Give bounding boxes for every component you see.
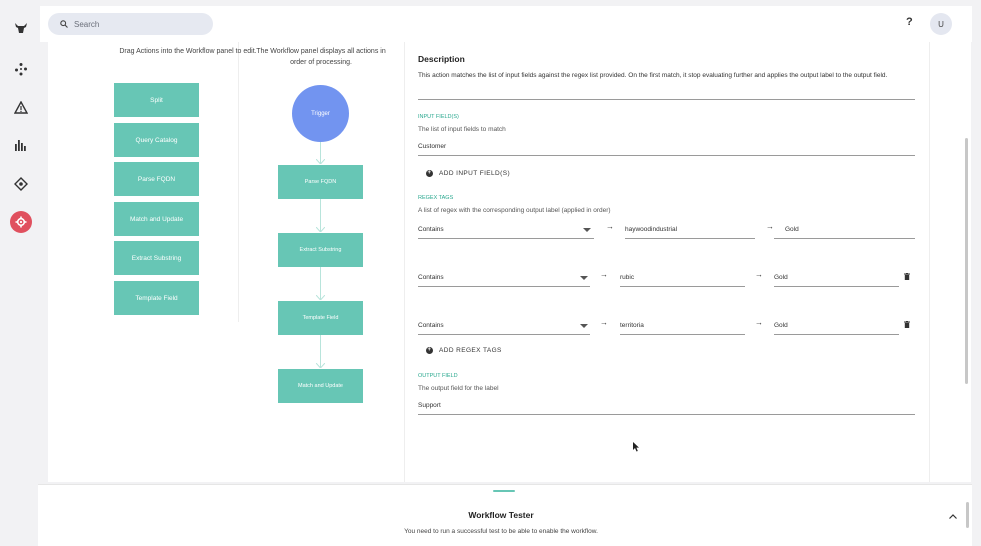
action-extract-substring[interactable]: Extract Substring — [114, 241, 199, 275]
input-field-underline — [418, 155, 915, 156]
workflow-node-template-field[interactable]: Template Field — [278, 301, 363, 335]
connector-arrow-icon — [316, 295, 325, 300]
workflow-node-match-and-update[interactable]: Match and Update — [278, 369, 363, 403]
input-field-value[interactable]: Customer — [418, 143, 446, 150]
description-underline — [418, 99, 915, 100]
pattern-underline — [620, 286, 745, 287]
search-icon — [60, 20, 68, 28]
regex-operator-select[interactable]: Contains — [418, 274, 444, 281]
output-underline — [774, 286, 899, 287]
column-divider — [238, 42, 239, 322]
output-underline — [774, 238, 915, 239]
settings-gear-icon[interactable] — [10, 211, 32, 233]
arrow-right-icon: → — [755, 318, 763, 327]
tester-scrollbar[interactable] — [966, 502, 969, 528]
workflow-node-parse-fqdn[interactable]: Parse FQDN — [278, 165, 363, 199]
action-query-catalog[interactable]: Query Catalog — [114, 123, 199, 157]
integration-icon[interactable] — [10, 173, 32, 195]
connector-arrow-icon — [316, 227, 325, 232]
bar-chart-icon[interactable] — [10, 134, 32, 156]
help-button[interactable]: ? — [906, 16, 913, 28]
add-input-field-button[interactable]: + ADD INPUT FIELD(S) — [426, 170, 510, 177]
search-box[interactable] — [48, 13, 213, 35]
regex-output-input[interactable]: Gold — [774, 274, 788, 281]
arrow-right-icon: → — [755, 270, 763, 279]
tester-message: You need to run a successful test to be … — [404, 528, 598, 535]
add-circle-icon: + — [426, 347, 433, 354]
select-underline — [418, 286, 590, 287]
trash-icon[interactable] — [904, 321, 910, 328]
arrow-right-icon: → — [600, 318, 608, 327]
workflow-panel-title: The Workflow panel displays all actions … — [256, 48, 386, 66]
search-input[interactable] — [74, 19, 204, 29]
user-avatar[interactable]: U — [930, 13, 952, 35]
regex-operator-select[interactable]: Contains — [418, 226, 444, 233]
connector-arrow-icon — [316, 363, 325, 368]
bull-logo-icon[interactable] — [10, 17, 32, 39]
connector-arrow-icon — [316, 159, 325, 164]
regex-operator-select[interactable]: Contains — [418, 322, 444, 329]
output-field-value[interactable]: Support — [418, 402, 441, 409]
input-fields-label: INPUT FIELD(S) — [418, 114, 459, 120]
regex-tags-label: REGEX TAGS — [418, 195, 454, 201]
pattern-underline — [625, 238, 755, 239]
arrow-right-icon: → — [766, 222, 774, 231]
editor-scrollbar[interactable] — [965, 138, 968, 384]
regex-tags-helper: A list of regex with the corresponding o… — [418, 207, 611, 214]
trash-icon[interactable] — [904, 273, 910, 280]
add-regex-tags-label: ADD REGEX TAGS — [439, 347, 502, 354]
action-parse-fqdn[interactable]: Parse FQDN — [114, 162, 199, 196]
add-circle-icon: + — [426, 170, 433, 177]
output-underline — [774, 334, 899, 335]
output-field-underline — [418, 414, 915, 415]
chevron-down-icon[interactable] — [580, 324, 588, 328]
workflow-editor: Drag Actions into the Workflow panel to … — [48, 42, 971, 482]
chevron-down-icon[interactable] — [580, 276, 588, 280]
workflow-nodes-icon[interactable] — [10, 58, 32, 80]
chevron-up-icon[interactable] — [946, 509, 960, 523]
column-divider — [404, 42, 405, 482]
app-root: ? U Drag Actions into the Workflow panel… — [0, 0, 981, 546]
action-split[interactable]: Split — [114, 83, 199, 117]
mouse-cursor-icon — [633, 442, 639, 452]
workflow-node-extract-substring[interactable]: Extract Substring — [278, 233, 363, 267]
column-divider — [929, 42, 930, 482]
output-field-label: OUTPUT FIELD — [418, 373, 458, 379]
tester-resize-handle[interactable] — [493, 490, 515, 492]
workflow-trigger-node[interactable]: Trigger — [292, 85, 349, 142]
regex-output-input[interactable]: Gold — [785, 226, 799, 233]
select-underline — [418, 334, 590, 335]
description-heading: Description — [418, 54, 465, 64]
tester-title: Workflow Tester — [468, 510, 534, 520]
regex-pattern-input[interactable]: territoria — [620, 322, 644, 329]
top-bar: ? U — [40, 6, 972, 42]
add-regex-tags-button[interactable]: + ADD REGEX TAGS — [426, 347, 502, 354]
description-text: This action matches the list of input fi… — [418, 72, 888, 79]
arrow-right-icon: → — [600, 270, 608, 279]
input-fields-helper: The list of input fields to match — [418, 126, 506, 133]
chevron-down-icon[interactable] — [583, 228, 591, 232]
workflow-tester-panel: Workflow Tester You need to run a succes… — [38, 484, 972, 546]
actions-panel-title: Drag Actions into the Workflow panel to … — [119, 48, 257, 55]
select-underline — [418, 238, 594, 239]
add-input-field-label: ADD INPUT FIELD(S) — [439, 170, 511, 177]
left-nav-rail — [0, 0, 40, 546]
pattern-underline — [620, 334, 745, 335]
regex-output-input[interactable]: Gold — [774, 322, 788, 329]
regex-pattern-input[interactable]: haywoodindustrial — [625, 226, 677, 233]
output-field-helper: The output field for the label — [418, 385, 499, 392]
action-match-and-update[interactable]: Match and Update — [114, 202, 199, 236]
regex-pattern-input[interactable]: rubic — [620, 274, 634, 281]
action-template-field[interactable]: Template Field — [114, 281, 199, 315]
warning-icon[interactable] — [10, 96, 32, 118]
arrow-right-icon: → — [606, 222, 614, 231]
